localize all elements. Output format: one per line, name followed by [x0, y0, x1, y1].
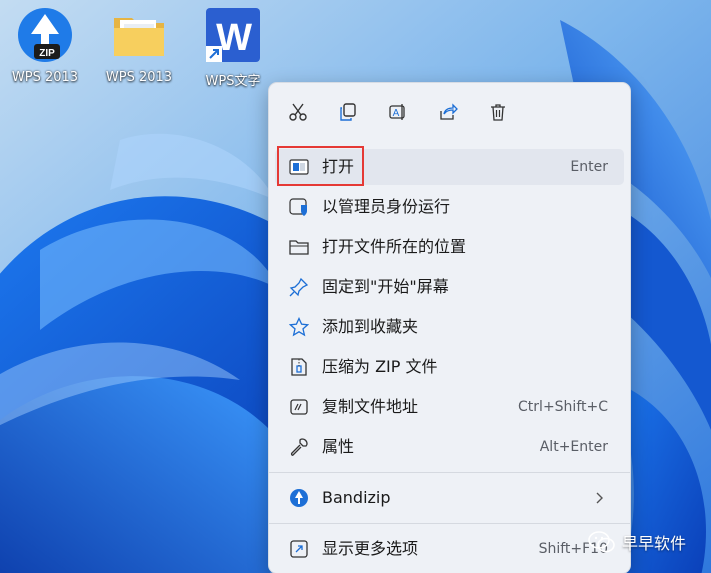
- rename-button[interactable]: A: [381, 97, 415, 127]
- desktop: ZIP WPS 2013 WPS 2013 W WPS文字 A 打开 Enter…: [0, 0, 711, 573]
- desktop-icon-label: WPS文字: [205, 74, 261, 89]
- menu-item-pin-to-start[interactable]: 固定到"开始"屏幕: [275, 269, 624, 305]
- context-menu: A 打开 Enter 以管理员身份运行 打开文件所在的位置 固定到"开始"屏幕 …: [268, 82, 631, 573]
- menu-item-copy-path[interactable]: 复制文件地址 Ctrl+Shift+C: [275, 389, 624, 425]
- wps-writer-shortcut-icon: W: [206, 8, 260, 62]
- menu-item-add-to-favorites[interactable]: 添加到收藏夹: [275, 309, 624, 345]
- menu-item-label: 添加到收藏夹: [322, 317, 419, 336]
- menu-item-open-file-location[interactable]: 打开文件所在的位置: [275, 229, 624, 265]
- menu-separator: [269, 472, 630, 473]
- desktop-icon-wps-writer[interactable]: W WPS文字: [188, 6, 278, 92]
- menu-item-label: 压缩为 ZIP 文件: [322, 357, 438, 376]
- menu-item-label: 复制文件地址: [322, 397, 419, 416]
- more-options-icon: [289, 539, 309, 559]
- watermark: 早早软件: [588, 528, 686, 556]
- desktop-icon-label: WPS 2013: [105, 70, 173, 85]
- menu-item-bandizip[interactable]: Bandizip: [275, 480, 624, 516]
- menu-item-label: 固定到"开始"屏幕: [322, 277, 449, 296]
- menu-item-shortcut: Enter: [570, 159, 608, 175]
- menu-item-compress-zip[interactable]: 压缩为 ZIP 文件: [275, 349, 624, 385]
- desktop-icon-wps-zip[interactable]: ZIP WPS 2013: [0, 6, 90, 92]
- menu-item-label: 属性: [322, 437, 355, 456]
- share-button[interactable]: [431, 97, 465, 127]
- svg-text:A: A: [393, 108, 400, 119]
- menu-item-show-more-options[interactable]: 显示更多选项 Shift+F10: [275, 531, 624, 567]
- menu-item-label: 显示更多选项: [322, 539, 419, 558]
- wechat-icon: [588, 531, 615, 553]
- menu-separator: [269, 523, 630, 524]
- delete-button[interactable]: [481, 97, 515, 127]
- menu-item-label: 以管理员身份运行: [322, 197, 451, 216]
- copy-path-icon: [289, 397, 309, 417]
- menu-item-label: Bandizip: [322, 488, 391, 507]
- folder-outline-icon: [289, 237, 309, 257]
- chevron-right-icon: [596, 492, 603, 504]
- folder-icon: [114, 18, 164, 56]
- copy-button[interactable]: [331, 97, 365, 127]
- svg-text:ZIP: ZIP: [39, 48, 55, 59]
- desktop-icon-label: WPS 2013: [11, 70, 79, 85]
- watermark-text: 早早软件: [622, 534, 687, 553]
- bandizip-icon: [289, 488, 309, 508]
- copy-icon: [340, 103, 356, 121]
- cut-button[interactable]: [281, 97, 315, 127]
- delete-icon: [491, 104, 505, 121]
- menu-item-properties[interactable]: 属性 Alt+Enter: [275, 429, 624, 465]
- menu-item-run-as-admin[interactable]: 以管理员身份运行: [275, 189, 624, 225]
- menu-item-open[interactable]: 打开 Enter: [275, 149, 624, 185]
- zip-file-icon: [289, 357, 309, 377]
- star-icon: [289, 317, 309, 337]
- share-icon: [440, 103, 458, 120]
- context-menu-toolbar: A: [269, 83, 630, 141]
- wrench-icon: [289, 437, 309, 457]
- open-window-icon: [289, 157, 309, 177]
- zip-archive-icon: ZIP: [18, 8, 72, 62]
- menu-item-shortcut: Alt+Enter: [539, 439, 608, 455]
- menu-item-label: 打开: [322, 157, 355, 176]
- menu-item-shortcut: Ctrl+Shift+C: [518, 399, 608, 415]
- desktop-icon-wps-folder[interactable]: WPS 2013: [94, 6, 184, 92]
- menu-item-label: 打开文件所在的位置: [322, 237, 467, 256]
- shield-icon: [289, 197, 309, 217]
- cut-icon: [289, 103, 307, 121]
- pin-icon: [289, 277, 309, 297]
- rename-icon: A: [389, 104, 405, 120]
